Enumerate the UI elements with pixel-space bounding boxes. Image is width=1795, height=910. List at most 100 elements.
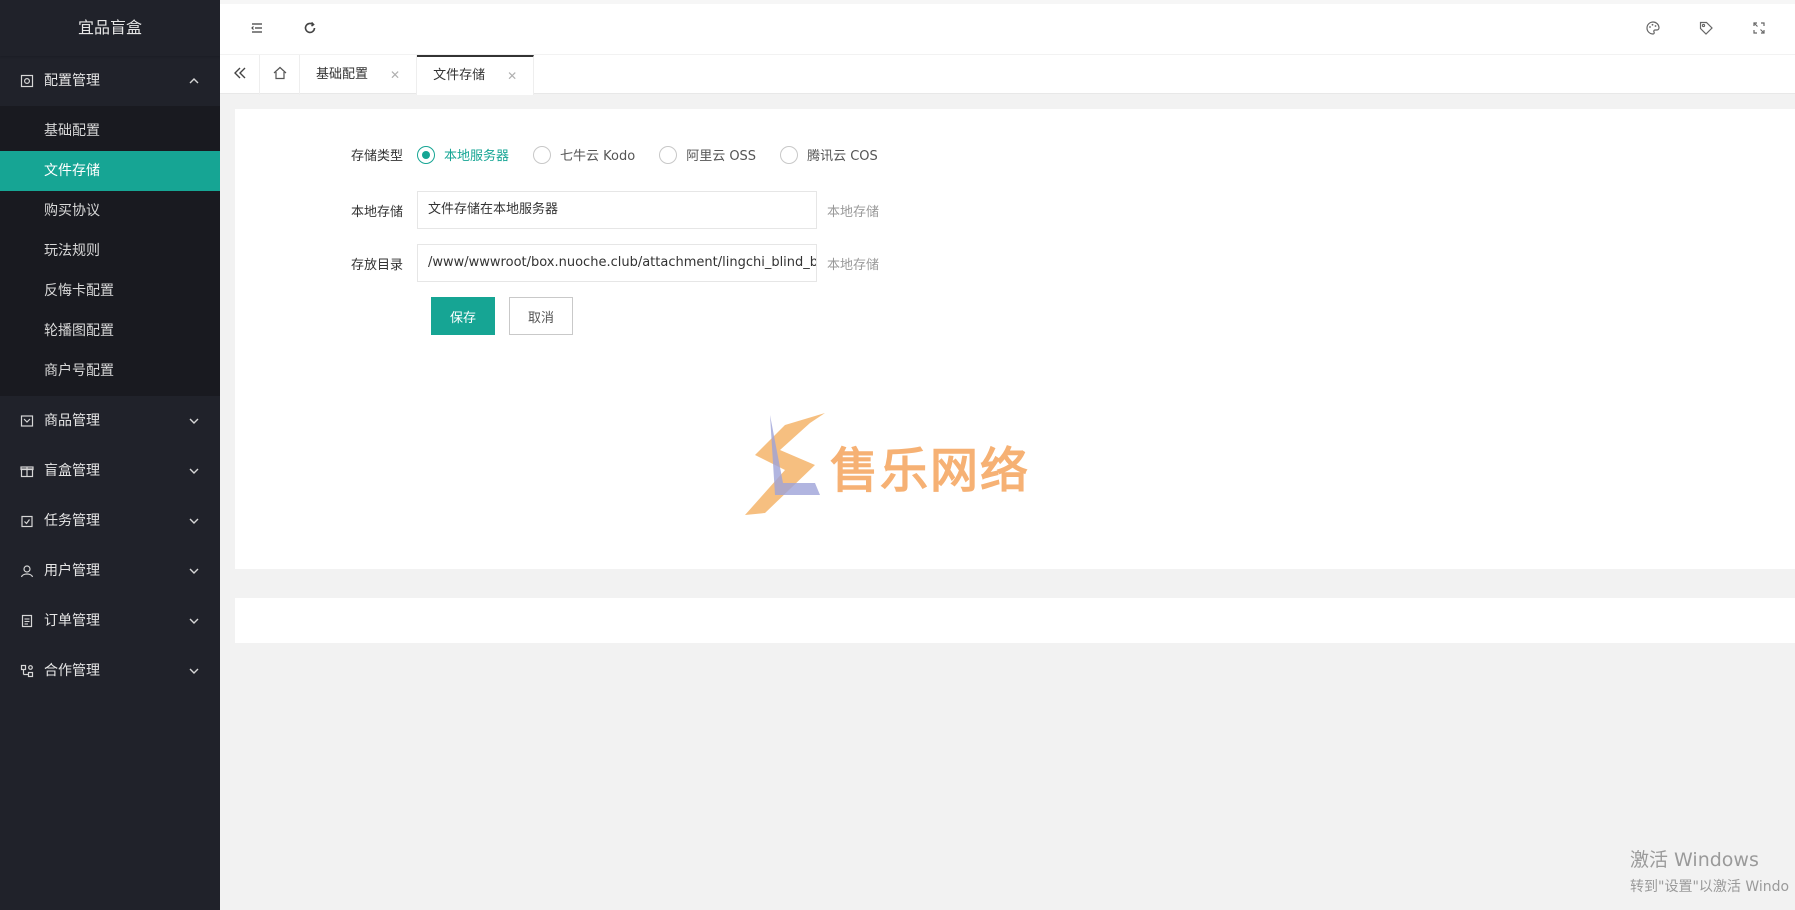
windows-activation-subtitle: 转到"设置"以激活 Windo — [1630, 879, 1790, 895]
directory-label: 存放目录 — [350, 257, 403, 273]
sidebar-item-carousel[interactable]: 轮播图配置 — [0, 311, 220, 351]
cooperation-icon — [20, 664, 34, 678]
chevron-down-icon — [188, 565, 200, 577]
sidebar-item-regret-card[interactable]: 反悔卡配置 — [0, 271, 220, 311]
sidebar-item-merchant[interactable]: 商户号配置 — [0, 351, 220, 391]
sidebar-item-basic-config[interactable]: 基础配置 — [0, 111, 220, 151]
radio-aliyun-oss[interactable]: 阿里云 OSS — [659, 145, 756, 164]
sidebar-item-file-storage[interactable]: 文件存储 — [0, 151, 220, 191]
sidebar-group-cooperation-header[interactable]: 合作管理 — [0, 646, 220, 696]
sidebar-group-label: 商品管理 — [44, 413, 100, 429]
watermark-text: 售乐网络 — [830, 443, 1031, 499]
sidebar-group-label: 合作管理 — [44, 663, 100, 679]
settings-icon — [20, 74, 34, 88]
sidebar-group-label: 配置管理 — [44, 73, 100, 89]
chevron-down-icon — [188, 465, 200, 477]
windows-activation-watermark: 激活 Windows 转到"设置"以激活 Windo — [1630, 845, 1789, 896]
sidebar-group-task[interactable]: 任务管理 — [0, 496, 220, 546]
tag-icon — [1698, 20, 1714, 40]
radio-tencent-cos[interactable]: 腾讯云 COS — [780, 145, 878, 164]
sidebar-group-user[interactable]: 用户管理 — [0, 546, 220, 596]
form-actions: 保存 取消 — [431, 297, 574, 335]
radio-unchecked-icon — [533, 145, 552, 164]
fullscreen-button[interactable] — [1745, 16, 1773, 44]
watermark-logo: 售乐网络 — [725, 405, 1065, 525]
sidebar-menu: 配置管理 基础配置 文件存储 购买协议 玩法规则 反悔卡配置 轮播图配置 商户号… — [0, 56, 220, 696]
sidebar-group-blindbox[interactable]: 盲盒管理 — [0, 446, 220, 496]
sidebar-group-label: 用户管理 — [44, 563, 100, 579]
order-icon — [20, 614, 34, 628]
gift-icon — [20, 464, 34, 478]
tab-home[interactable] — [260, 55, 300, 95]
sidebar-group-label: 任务管理 — [44, 513, 100, 529]
user-icon — [20, 564, 34, 578]
close-icon[interactable]: ✕ — [390, 55, 400, 95]
local-storage-row: 本地存储 文件存储在本地服务器 本地存储 — [235, 191, 879, 229]
sidebar-group-product[interactable]: 商品管理 — [0, 396, 220, 446]
double-chevron-left-icon — [232, 65, 248, 85]
menu-fold-icon — [249, 20, 265, 40]
fullscreen-icon — [1751, 20, 1767, 40]
chevron-down-icon — [188, 515, 200, 527]
directory-aux: 本地存储 — [827, 257, 880, 273]
radio-label: 腾讯云 COS — [807, 149, 878, 164]
sidebar-group-user-header[interactable]: 用户管理 — [0, 546, 220, 596]
sidebar-group-config-header[interactable]: 配置管理 — [0, 56, 220, 106]
storage-type-row: 存储类型 本地服务器 七牛云 Kodo 阿里云 OSS 腾讯云 COS — [235, 145, 902, 164]
top-header — [220, 0, 1795, 56]
storage-type-label: 存储类型 — [350, 149, 403, 164]
refresh-icon — [302, 20, 318, 40]
sidebar-group-label: 盲盒管理 — [44, 463, 100, 479]
directory-input[interactable]: /www/wwwroot/box.nuoche.club/attachment/… — [417, 244, 817, 282]
theme-icon — [1645, 20, 1661, 40]
sidebar-group-label: 订单管理 — [44, 613, 100, 629]
close-icon[interactable]: ✕ — [507, 57, 517, 95]
radio-unchecked-icon — [780, 145, 799, 164]
app-logo-title: 宜品盲盒 — [0, 0, 220, 56]
local-storage-aux: 本地存储 — [827, 204, 880, 220]
sidebar-group-cooperation[interactable]: 合作管理 — [0, 646, 220, 696]
sidebar-group-blindbox-header[interactable]: 盲盒管理 — [0, 446, 220, 496]
radio-label: 七牛云 Kodo — [560, 149, 636, 164]
chevron-down-icon — [188, 665, 200, 677]
tab-label: 文件存储 — [433, 68, 486, 83]
menu-fold-button[interactable] — [243, 16, 271, 44]
sidebar-item-game-rules[interactable]: 玩法规则 — [0, 231, 220, 271]
sidebar-group-config: 配置管理 基础配置 文件存储 购买协议 玩法规则 反悔卡配置 轮播图配置 商户号… — [0, 56, 220, 396]
radio-qiniu-kodo[interactable]: 七牛云 Kodo — [533, 145, 635, 164]
sidebar-submenu-config: 基础配置 文件存储 购买协议 玩法规则 反悔卡配置 轮播图配置 商户号配置 — [0, 106, 220, 396]
content-panel-secondary — [235, 598, 1795, 643]
save-button[interactable]: 保存 — [431, 297, 496, 335]
tag-button[interactable] — [1692, 16, 1720, 44]
radio-checked-icon — [417, 145, 435, 164]
radio-label: 阿里云 OSS — [686, 149, 757, 164]
chevron-up-icon — [188, 75, 200, 87]
radio-label: 本地服务器 — [444, 149, 510, 164]
sidebar-group-task-header[interactable]: 任务管理 — [0, 496, 220, 546]
task-icon — [20, 514, 34, 528]
theme-button[interactable] — [1639, 16, 1667, 44]
watermark-logo-icon — [745, 413, 825, 515]
windows-activation-title: 激活 Windows — [1630, 849, 1759, 871]
cancel-button[interactable]: 取消 — [509, 297, 574, 335]
chevron-down-icon — [188, 615, 200, 627]
local-storage-label: 本地存储 — [350, 204, 403, 220]
tab-label: 基础配置 — [316, 67, 369, 82]
refresh-button[interactable] — [296, 16, 324, 44]
sidebar-group-order-header[interactable]: 订单管理 — [0, 596, 220, 646]
tab-basic-config[interactable]: 基础配置 ✕ — [300, 55, 418, 95]
radio-local-server[interactable]: 本地服务器 — [417, 145, 509, 164]
sidebar: 宜品盲盒 配置管理 基础配置 文件存储 购买协议 玩法规则 反悔卡配置 轮播图配… — [0, 0, 220, 910]
product-icon — [20, 414, 34, 428]
sidebar-item-purchase-agreement[interactable]: 购买协议 — [0, 191, 220, 231]
tab-file-storage[interactable]: 文件存储 ✕ — [417, 55, 535, 95]
chevron-down-icon — [188, 415, 200, 427]
tab-bar: 基础配置 ✕ 文件存储 ✕ — [220, 54, 1795, 95]
sidebar-group-order[interactable]: 订单管理 — [0, 596, 220, 646]
sidebar-group-product-header[interactable]: 商品管理 — [0, 396, 220, 446]
home-icon — [272, 65, 288, 85]
local-storage-input[interactable]: 文件存储在本地服务器 — [417, 191, 817, 229]
tab-scroll-left-button[interactable] — [220, 55, 260, 95]
radio-unchecked-icon — [659, 145, 678, 164]
directory-row: 存放目录 /www/wwwroot/box.nuoche.club/attach… — [235, 244, 879, 282]
